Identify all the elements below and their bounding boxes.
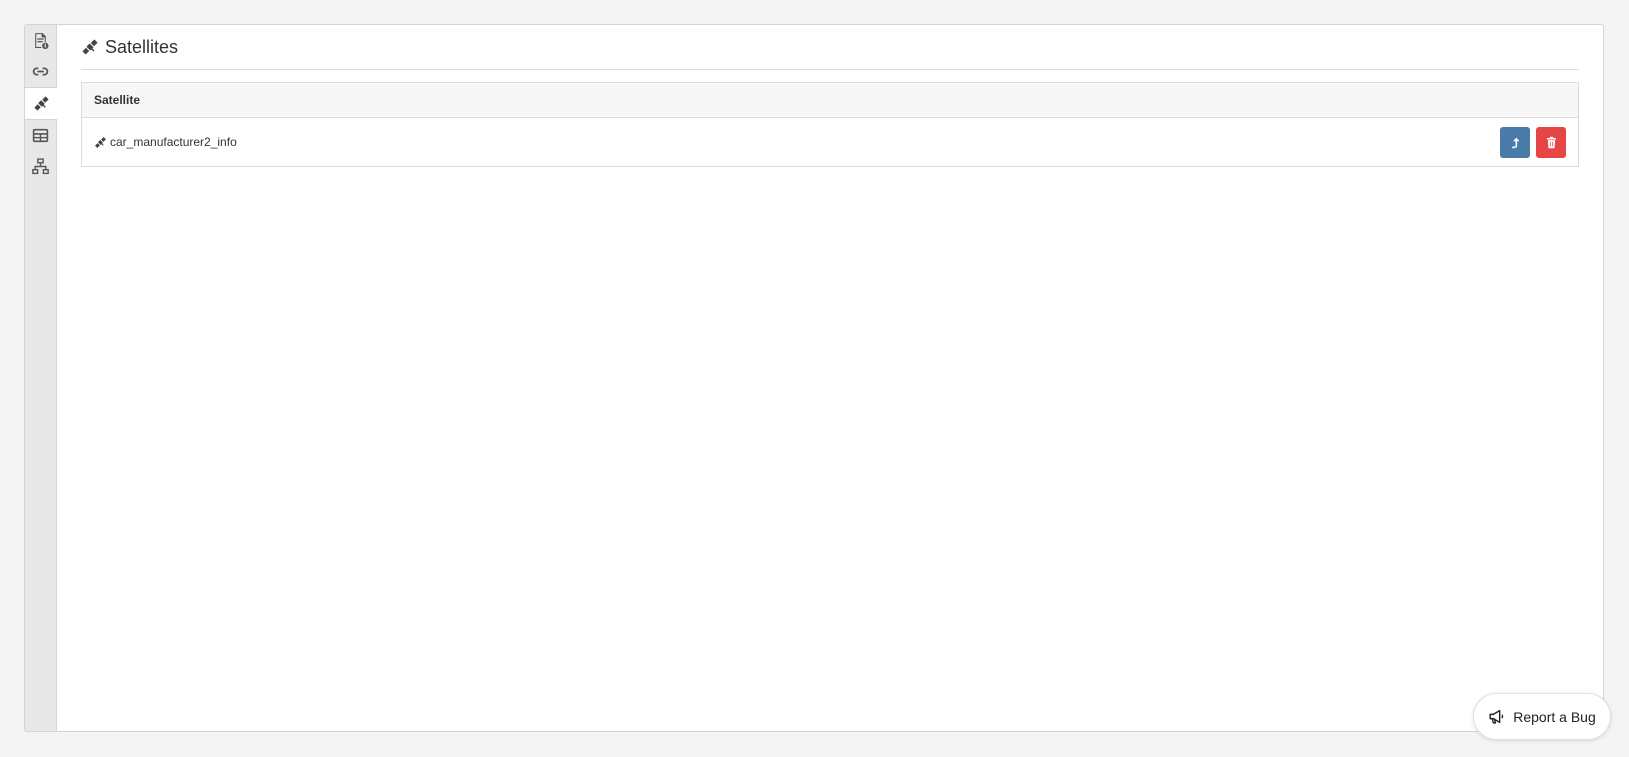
delete-button[interactable]: [1536, 126, 1566, 158]
bullhorn-icon: [1489, 709, 1504, 724]
table-cell-actions: [1053, 118, 1579, 167]
level-up-icon: [1511, 137, 1520, 148]
sidebar-item-hierarchy[interactable]: [25, 151, 56, 182]
satellite-icon: [82, 39, 98, 55]
page-title: Satellites: [105, 36, 179, 57]
satellite-icon: [33, 96, 49, 111]
table-row: car_manufacturer2_info: [82, 118, 1579, 167]
page-header: Satellites: [81, 25, 1579, 70]
table-icon: [32, 128, 49, 143]
satellite-name-cell: car_manufacturer2_info: [94, 135, 1041, 149]
column-header-actions: [1052, 82, 1579, 118]
sidebar-item-tables[interactable]: [25, 120, 56, 151]
sidebar: [25, 25, 57, 731]
sidebar-item-info[interactable]: [25, 25, 56, 56]
table-header-row: Satellite: [81, 82, 1579, 118]
satellite-name[interactable]: car_manufacturer2_info: [110, 135, 237, 149]
link-icon: [32, 67, 49, 76]
document-info-icon: [35, 33, 49, 49]
satellite-icon: [95, 136, 106, 148]
report-bug-button[interactable]: Report a Bug: [1473, 693, 1611, 740]
column-header-satellite: Satellite: [81, 82, 1053, 118]
sidebar-item-links[interactable]: [25, 56, 56, 87]
network-icon: [32, 158, 49, 175]
row-actions: [1065, 126, 1566, 158]
table-cell-name: car_manufacturer2_info: [82, 118, 1053, 167]
trash-icon: [1546, 136, 1556, 148]
main-panel: Satellites Satellite car_manufacturer2_i…: [24, 24, 1604, 732]
sidebar-item-satellites[interactable]: [25, 87, 57, 120]
report-bug-label: Report a Bug: [1513, 708, 1596, 725]
content-area: Satellites Satellite car_manufacturer2_i…: [57, 25, 1603, 731]
satellites-table: Satellite car_manufacturer2_info: [81, 82, 1579, 167]
promote-button[interactable]: [1500, 126, 1530, 158]
